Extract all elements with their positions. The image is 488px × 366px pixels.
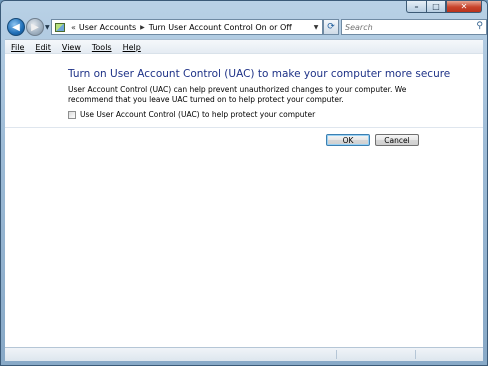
chevron-down-icon: ▼ [45,24,50,31]
menu-help-label: Help [122,42,141,52]
search-box[interactable]: ⚲ [341,19,487,35]
menu-tools[interactable]: Tools [92,43,112,52]
address-overflow[interactable]: « [71,23,76,32]
forward-button[interactable]: ▶ [26,18,44,36]
menu-view[interactable]: View [62,43,81,52]
maximize-button[interactable]: □ [426,1,446,13]
caption-buttons: – □ ✕ [406,1,482,13]
menu-edit[interactable]: Edit [35,43,51,52]
search-icon[interactable]: ⚲ [476,21,483,31]
cancel-button[interactable]: Cancel [375,134,419,146]
menu-help[interactable]: Help [123,43,141,52]
uac-checkbox-label[interactable]: Use User Account Control (UAC) to help p… [80,110,315,119]
page-description: User Account Control (UAC) can help prev… [68,85,407,104]
breadcrumb-current[interactable]: Turn User Account Control On or Off [149,23,292,32]
status-bar [5,347,483,361]
refresh-button[interactable]: ⟳ [323,19,339,35]
arrow-left-icon: ◀ [12,21,20,33]
uac-checkbox-row[interactable]: Use User Account Control (UAC) to help p… [68,110,315,119]
menu-file[interactable]: File [11,43,24,52]
address-bar[interactable]: « User Accounts ▶ Turn User Account Cont… [51,19,323,35]
back-button[interactable]: ◀ [7,18,25,36]
page-title: Turn on User Account Control (UAC) to ma… [68,68,451,80]
recent-pages-button[interactable]: ▼ [45,24,50,31]
menu-edit-label: Edit [35,42,51,52]
menu-tools-label: Tools [91,42,112,52]
close-button[interactable]: ✕ [446,1,482,13]
uac-checkbox[interactable] [68,110,76,119]
status-separator [415,350,416,359]
navigation-bar: ◀ ▶ ▼ « User Accounts ▶ Turn User Accoun… [5,16,487,38]
window: – □ ✕ ◀ ▶ ▼ « User Accounts ▶ Turn User … [0,0,488,366]
minimize-button[interactable]: – [406,1,426,13]
menu-view-label: View [61,42,81,52]
breadcrumb-user-accounts[interactable]: User Accounts [79,23,136,32]
status-separator [336,350,337,359]
content-area: Turn on User Account Control (UAC) to ma… [5,53,483,348]
divider [5,127,483,128]
search-input[interactable] [342,21,465,33]
breadcrumb-chevron-icon[interactable]: ▶ [140,24,145,31]
arrow-right-icon: ▶ [31,21,39,33]
refresh-icon: ⟳ [327,22,335,32]
control-panel-icon [55,22,65,32]
address-dropdown-icon[interactable]: ▼ [310,20,322,34]
menu-file-label: File [11,42,25,52]
ok-button[interactable]: OK [326,134,370,146]
menu-bar: File Edit View Tools Help [5,39,483,54]
